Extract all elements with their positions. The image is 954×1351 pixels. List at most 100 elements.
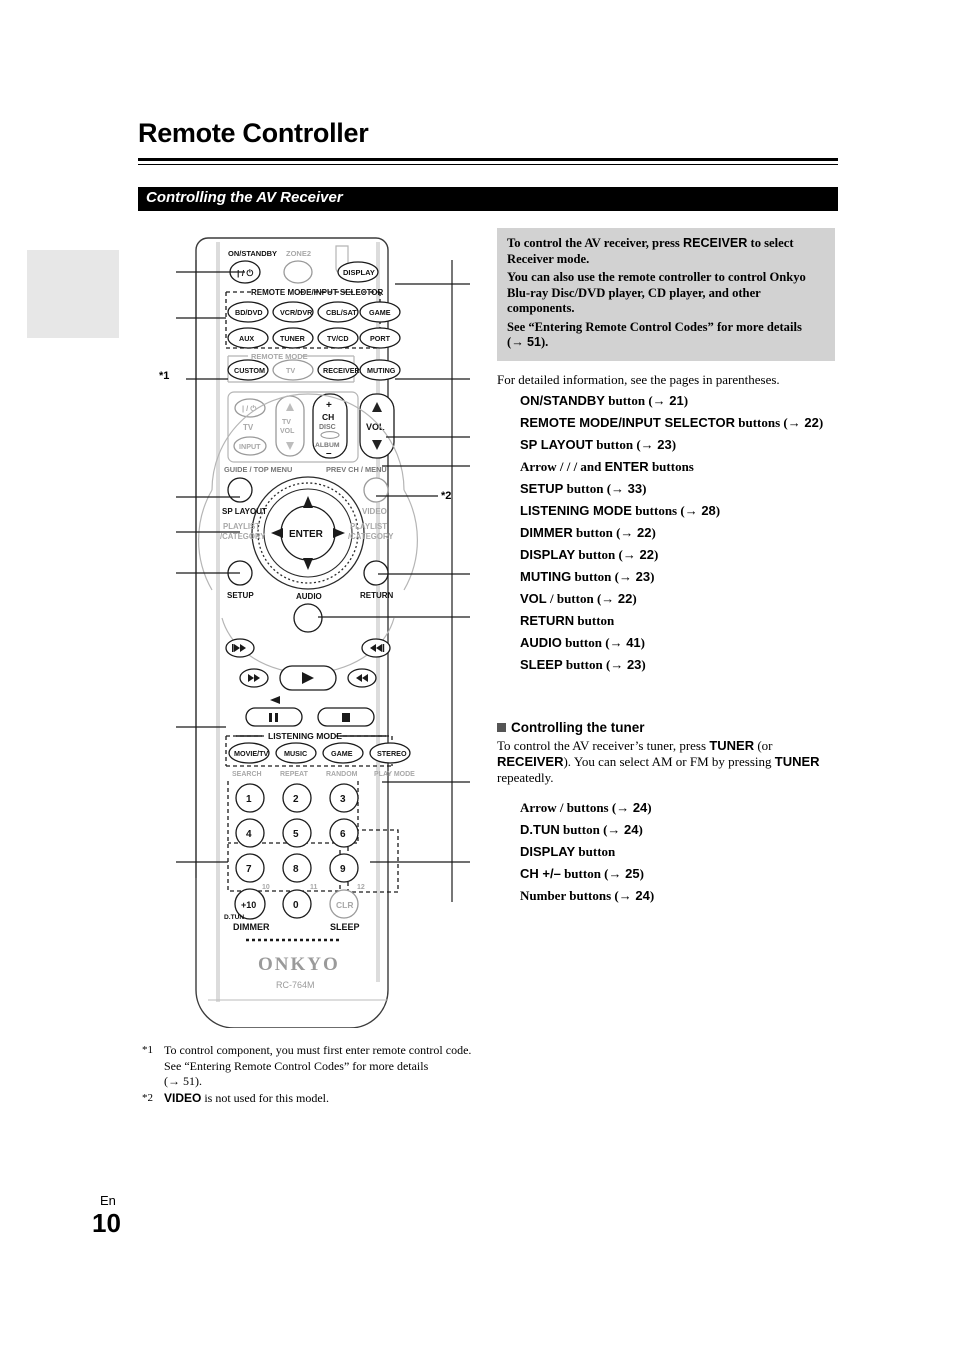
reference-tail: button xyxy=(575,844,616,859)
footnote-line: is not used for this model. xyxy=(201,1090,330,1105)
svg-text:SP LAYOUT: SP LAYOUT xyxy=(222,507,267,516)
page-ref: 21 xyxy=(669,393,684,408)
page-ref: 22 xyxy=(639,547,654,562)
svg-text:CH: CH xyxy=(322,412,334,422)
tuner-para-f: You can select AM or FM by pressing xyxy=(573,754,775,769)
svg-text:AUDIO: AUDIO xyxy=(296,592,322,601)
svg-text:DISPLAY: DISPLAY xyxy=(343,268,375,277)
receiver-keyword-2: RECEIVER xyxy=(497,754,564,769)
reference-button-name: VOL xyxy=(520,591,547,606)
footnote-row: *2 VIDEO is not used for this model. xyxy=(142,1091,542,1107)
svg-text:PLAY MODE: PLAY MODE xyxy=(374,771,415,778)
svg-text:AUX: AUX xyxy=(239,334,254,343)
svg-text:0: 0 xyxy=(293,900,299,911)
reference-button-name: Arrow xyxy=(520,800,557,815)
svg-text:TV/CD: TV/CD xyxy=(327,334,349,343)
reference-close: ) xyxy=(632,591,637,606)
footnote-line: See “Entering Remote Control Codes” for … xyxy=(164,1058,429,1073)
reference-item: SP LAYOUT button (→ 23) xyxy=(520,437,850,453)
tuner-para-a: To control the AV receiver’s tuner, pres… xyxy=(497,738,710,753)
footnote-text: VIDEO is not used for this model. xyxy=(164,1091,542,1107)
svg-text:TV: TV xyxy=(243,423,254,432)
svg-text:12: 12 xyxy=(357,884,365,891)
svg-text:/CATEGORY: /CATEGORY xyxy=(348,532,394,541)
reference-button-name: AUDIO xyxy=(520,635,562,650)
arrow-ref-icon: → xyxy=(608,866,626,881)
square-bullet-icon xyxy=(497,723,506,732)
arrow-ref-icon: → xyxy=(511,335,524,349)
arrow-ref-icon: → xyxy=(618,888,636,903)
arrow-ref-icon: → xyxy=(652,393,670,408)
reference-item: MUTING button (→ 23) xyxy=(520,569,850,585)
svg-text:+: + xyxy=(326,400,332,411)
reference-item: Arrow / buttons (→ 24) xyxy=(520,800,850,816)
svg-text:RC-764M: RC-764M xyxy=(276,980,315,990)
remote-controller-illustration: .bd { fill:none; stroke:#3b3b3b; stroke-… xyxy=(150,228,490,1028)
svg-text:2: 2 xyxy=(293,794,299,805)
tuner-subheading: Controlling the tuner xyxy=(497,720,644,735)
reference-tail: / button ( xyxy=(546,591,602,606)
svg-text:DISC: DISC xyxy=(319,424,336,431)
arrow-ref-icon: → xyxy=(620,525,638,540)
page-ref: 28 xyxy=(701,503,716,518)
svg-text:/CATEGORY: /CATEGORY xyxy=(220,532,266,541)
arrow-ref-icon: → xyxy=(610,657,627,672)
svg-text:DIMMER: DIMMER xyxy=(233,922,270,932)
reference-item: DISPLAY button (→ 22) xyxy=(520,547,850,563)
reference-close: ) xyxy=(818,415,824,430)
reference-item: SETUP button (→ 33) xyxy=(520,481,850,497)
page-ref: 24 xyxy=(624,822,639,837)
svg-text:GAME: GAME xyxy=(369,308,391,317)
svg-text:TUNER: TUNER xyxy=(280,334,306,343)
svg-text:5: 5 xyxy=(293,829,299,840)
footnote-marker: *2 xyxy=(142,1091,153,1104)
reference-tail: button ( xyxy=(571,569,619,584)
reference-item: LISTENING MODE buttons (→ 28) xyxy=(520,503,850,519)
reference-tail: button ( xyxy=(561,635,610,650)
reference-tail: button ( xyxy=(559,822,608,837)
reference-close: ) xyxy=(683,393,689,408)
receiver-keyword: RECEIVER xyxy=(682,236,748,250)
reference-button-name-2: ENTER xyxy=(604,459,649,474)
reference-close: ) xyxy=(715,503,721,518)
reference-item: Arrow / / / and ENTER buttons xyxy=(520,459,850,475)
arrow-ref-icon: → xyxy=(684,503,702,518)
reference-button-name: ON/STANDBY xyxy=(520,393,605,408)
reference-close: ) xyxy=(642,481,647,496)
reference-tail: button ( xyxy=(563,481,612,496)
reference-tail: button xyxy=(574,613,615,628)
svg-text:6: 6 xyxy=(340,829,346,840)
svg-text:SEARCH: SEARCH xyxy=(232,771,262,778)
reference-close: ) xyxy=(671,437,677,452)
info-para-1-lead: To control the AV receiver, press xyxy=(507,236,683,250)
reference-close: ) xyxy=(653,547,659,562)
svg-text:RETURN: RETURN xyxy=(360,591,394,600)
svg-text:REMOTE MODE/INPUT SELECTOR: REMOTE MODE/INPUT SELECTOR xyxy=(251,288,384,297)
svg-text:ENTER: ENTER xyxy=(289,529,324,540)
reference-item: SLEEP button (→ 23) xyxy=(520,657,850,673)
reference-button-name: REMOTE MODE/INPUT SELECTOR xyxy=(520,415,735,430)
reference-tail: button ( xyxy=(592,437,641,452)
page-ref: 22 xyxy=(637,525,652,540)
info-para-3: See “Entering Remote Control Codes” for … xyxy=(507,320,825,351)
tuner-para-h: repeatedly. xyxy=(497,770,554,785)
arrow-ref-icon: → xyxy=(622,547,640,562)
tuner-keyword-2: TUNER xyxy=(774,754,820,769)
arrow-ref-icon: → xyxy=(787,415,805,430)
page-ref: 23 xyxy=(635,569,651,584)
svg-text:VIDEO: VIDEO xyxy=(362,507,387,516)
svg-text:| / ⏻: | / ⏻ xyxy=(237,268,254,278)
svg-text:MUSIC: MUSIC xyxy=(284,749,307,758)
info-para-3-tail: ). xyxy=(540,335,549,349)
page-ref: 24 xyxy=(632,800,648,815)
reference-item: AUDIO button (→ 41) xyxy=(520,635,850,651)
page-title: Remote Controller xyxy=(138,118,369,148)
svg-text:CLR: CLR xyxy=(336,900,353,910)
svg-text:ZONE2: ZONE2 xyxy=(286,249,311,258)
tuner-subheading-label: Controlling the tuner xyxy=(511,720,645,735)
svg-text:MUTING: MUTING xyxy=(367,366,396,375)
page-ref: 23 xyxy=(626,657,642,672)
svg-text:SETUP: SETUP xyxy=(227,591,254,600)
reference-item: REMOTE MODE/INPUT SELECTOR buttons (→ 22… xyxy=(520,415,850,431)
reference-item: D.TUN button (→ 24) xyxy=(520,822,850,838)
